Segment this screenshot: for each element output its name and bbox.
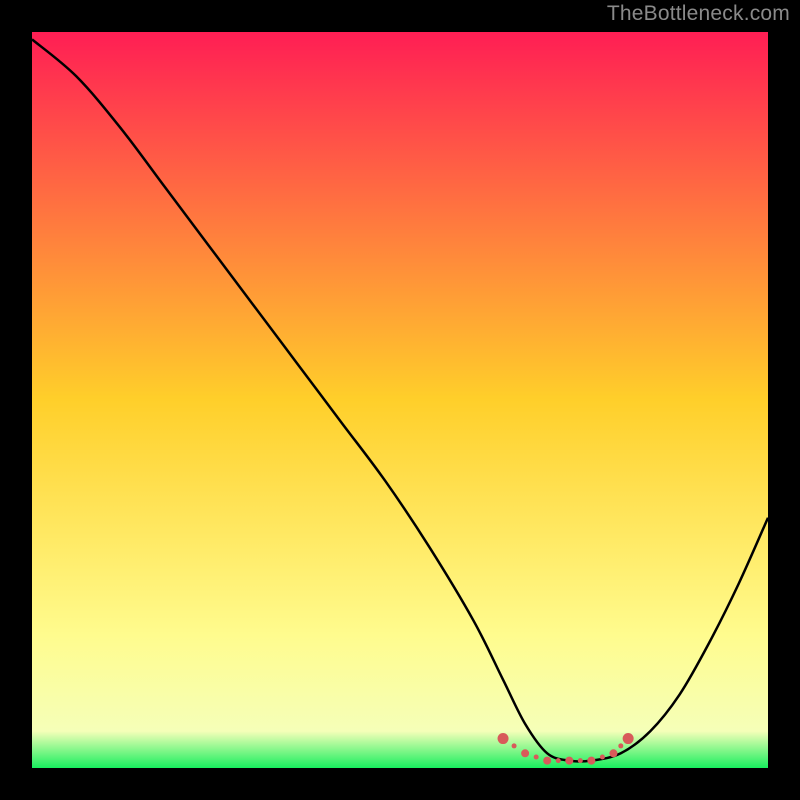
optimal-dot xyxy=(578,758,583,763)
optimal-dot xyxy=(609,749,617,757)
optimal-dot xyxy=(600,754,605,759)
chart-frame: TheBottleneck.com xyxy=(0,0,800,800)
chart-plot-area xyxy=(32,32,768,768)
optimal-dot xyxy=(556,758,561,763)
optimal-dot xyxy=(534,754,539,759)
optimal-dot xyxy=(618,743,623,748)
chart-svg xyxy=(32,32,768,768)
optimal-dot xyxy=(512,743,517,748)
optimal-dot xyxy=(565,757,573,765)
optimal-dot xyxy=(521,749,529,757)
gradient-background xyxy=(32,32,768,768)
optimal-dot xyxy=(623,733,634,744)
optimal-dot xyxy=(587,757,595,765)
optimal-dot xyxy=(498,733,509,744)
attribution-text: TheBottleneck.com xyxy=(607,2,790,26)
optimal-dot xyxy=(543,757,551,765)
